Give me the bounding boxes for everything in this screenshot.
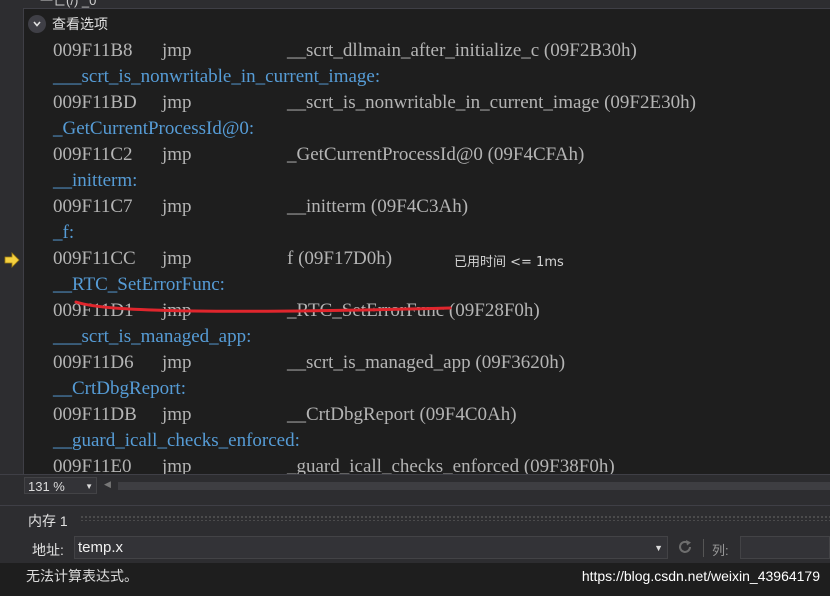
instruction-opcode: jmp <box>162 92 192 113</box>
panel-gap <box>0 497 830 505</box>
instruction-address: 009F11BD <box>53 92 137 113</box>
instruction-opcode: jmp <box>162 196 192 217</box>
instruction-target: __scrt_is_nonwritable_in_current_image (… <box>287 92 696 113</box>
instruction-target: _guard_icall_checks_enforced (09F38F0h) <box>287 456 615 474</box>
disasm-instruction-line[interactable]: 009F11E0 jmp _guard_icall_checks_enforced … <box>53 454 615 474</box>
zoom-combobox[interactable]: 131 % ▼ <box>24 477 97 494</box>
instruction-target: __scrt_dllmain_after_initialize_c (09F2B… <box>287 40 637 61</box>
address-value: temp.x <box>78 539 124 556</box>
disasm-instruction-line[interactable]: 009F11C7 jmp __initterm (09F4C3Ah) <box>53 194 468 220</box>
instruction-address: 009F11D6 <box>53 352 134 373</box>
annotation-underline <box>74 300 452 313</box>
memory-panel-body: 无法计算表达式。 https://blog.csdn.net/weixin_43… <box>0 563 830 596</box>
memory-toolbar: 地址: temp.x ▼ 列: <box>0 533 830 563</box>
disasm-instruction-line[interactable]: 009F11DB jmp __CrtDbgReport (09F4C0Ah) <box>53 402 517 428</box>
disasm-instruction-line[interactable]: 009F11B8 jmp __scrt_dllmain_after_initiali… <box>53 38 637 64</box>
disasm-label-line[interactable]: __guard_icall_checks_enforced: <box>53 428 300 454</box>
memory-error-text: 无法计算表达式。 <box>26 569 138 585</box>
disasm-label-line[interactable]: _GetCurrentProcessId@0: <box>53 116 254 142</box>
disasm-instruction-line[interactable]: 009F11D6 jmp __scrt_is_managed_app (09F362… <box>53 350 565 376</box>
editor-bottom-bar: 131 % ▼ ◀ <box>0 474 830 497</box>
panel-grip[interactable] <box>80 515 830 521</box>
window-top-strip: 一亡(/) _0 <box>0 0 830 9</box>
instruction-target: _GetCurrentProcessId@0 (09F4CFAh) <box>287 144 585 165</box>
instruction-opcode: jmp <box>162 456 192 474</box>
instruction-opcode: jmp <box>162 352 192 373</box>
instruction-opcode: jmp <box>162 40 192 61</box>
columns-input[interactable] <box>740 536 830 559</box>
disasm-current-instruction-line[interactable]: 009F11CC jmp f (09F17D0h) <box>53 246 392 272</box>
elapsed-time-tip: 已用时间 <= 1ms <box>454 255 564 270</box>
instruction-target: f (09F17D0h) <box>287 248 393 269</box>
disasm-instruction-line[interactable]: 009F11C2 jmp _GetCurrentProcessId@0 (09F4C… <box>53 142 584 168</box>
disassembly-view[interactable]: 009F11B8 jmp __scrt_dllmain_after_initiali… <box>24 38 830 474</box>
disasm-label-line[interactable]: _f: <box>53 220 74 246</box>
instruction-address: 009F11C7 <box>53 196 133 217</box>
view-options-row[interactable]: 查看选项 <box>24 10 830 38</box>
instruction-opcode: jmp <box>162 144 192 165</box>
scroll-left-icon[interactable]: ◀ <box>104 479 111 490</box>
disasm-label-line[interactable]: ___scrt_is_nonwritable_in_current_image: <box>53 64 380 90</box>
watermark-text: https://blog.csdn.net/weixin_43964179 <box>581 568 820 584</box>
view-options-toggle-button[interactable] <box>28 15 46 33</box>
instruction-address: 009F11C2 <box>53 144 133 165</box>
current-instruction-arrow-icon <box>4 252 20 268</box>
instruction-address: 009F11CC <box>53 248 136 269</box>
columns-label: 列: <box>712 543 729 558</box>
dropdown-arrow-icon: ▼ <box>85 482 93 491</box>
instruction-address: 009F11E0 <box>53 456 132 474</box>
disasm-label-line[interactable]: ___scrt_is_managed_app: <box>53 324 251 350</box>
address-label: 地址: <box>32 542 64 558</box>
instruction-opcode: jmp <box>162 248 192 269</box>
horizontal-scrollbar[interactable] <box>118 482 830 490</box>
refresh-icon[interactable] <box>676 538 694 556</box>
memory-panel-title: 内存 1 <box>28 513 68 529</box>
dropdown-arrow-icon[interactable]: ▼ <box>654 538 663 559</box>
view-options-label: 查看选项 <box>52 16 108 32</box>
instruction-opcode: jmp <box>162 404 192 425</box>
disasm-label-line[interactable]: __initterm: <box>53 168 137 194</box>
toolbar-separator <box>703 539 704 557</box>
memory-panel-header[interactable]: 内存 1 <box>0 505 830 533</box>
instruction-target: __initterm (09F4C3Ah) <box>287 196 469 217</box>
instruction-address: 009F11B8 <box>53 40 133 61</box>
top-cutoff-text: 一亡(/) _0 <box>40 0 97 8</box>
instruction-address: 009F11DB <box>53 404 137 425</box>
disasm-label-line[interactable]: __CrtDbgReport: <box>53 376 186 402</box>
disasm-label-line[interactable]: __RTC_SetErrorFunc: <box>53 272 225 298</box>
instruction-target: __CrtDbgReport (09F4C0Ah) <box>287 404 517 425</box>
address-input[interactable]: temp.x ▼ <box>74 536 668 559</box>
disasm-instruction-line[interactable]: 009F11BD jmp __scrt_is_nonwritable_in_curr… <box>53 90 696 116</box>
chevron-down-icon <box>33 21 41 27</box>
zoom-value: 131 % <box>28 479 65 494</box>
instruction-target: __scrt_is_managed_app (09F3620h) <box>287 352 566 373</box>
